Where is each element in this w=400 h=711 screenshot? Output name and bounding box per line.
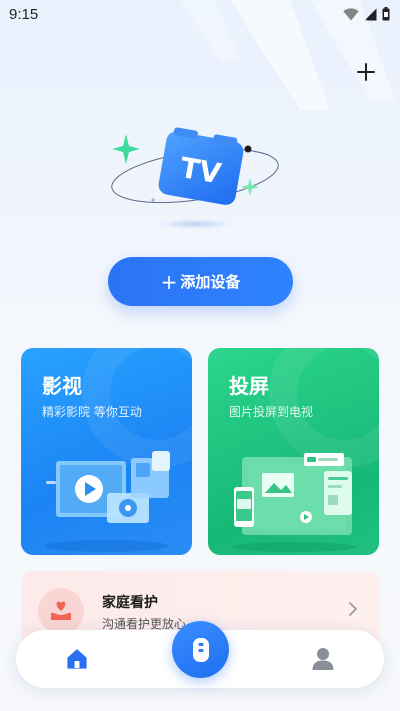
status-bar: 9:15 (0, 0, 400, 28)
family-care-title: 家庭看护 (102, 595, 158, 611)
add-device-button[interactable]: + 添加设备 (108, 257, 293, 306)
wifi-icon (343, 7, 359, 20)
tv-text: TV (178, 151, 224, 191)
tab-profile[interactable] (293, 630, 353, 688)
movie-illustration (45, 451, 170, 552)
cast-card-title: 投屏 (229, 374, 269, 398)
add-icon[interactable] (354, 60, 378, 84)
plus-icon: + (160, 269, 178, 294)
chevron-right-icon (349, 602, 357, 616)
tab-home[interactable] (47, 630, 107, 688)
home-icon (67, 649, 87, 669)
cast-card-subtitle: 图片投屏到电视 (229, 405, 314, 419)
status-icons (343, 7, 390, 21)
cast-illustration (232, 453, 356, 552)
remote-button[interactable] (172, 621, 229, 678)
cast-card[interactable]: 投屏 图片投屏到电视 (208, 348, 379, 555)
movie-card-subtitle: 精彩影院 等你互动 (42, 405, 142, 419)
movie-card-title: 影视 (42, 374, 82, 398)
tv-illustration: TV (111, 127, 279, 229)
heart-hand-icon (38, 588, 84, 634)
battery-icon (382, 7, 390, 21)
status-time: 9:15 (9, 5, 39, 23)
add-device-label: 添加设备 (180, 273, 241, 291)
remote-icon (192, 637, 209, 662)
profile-icon (312, 648, 334, 670)
signal-icon (364, 8, 377, 20)
movie-card[interactable]: 影视 精彩影院 等你互动 (21, 348, 192, 555)
